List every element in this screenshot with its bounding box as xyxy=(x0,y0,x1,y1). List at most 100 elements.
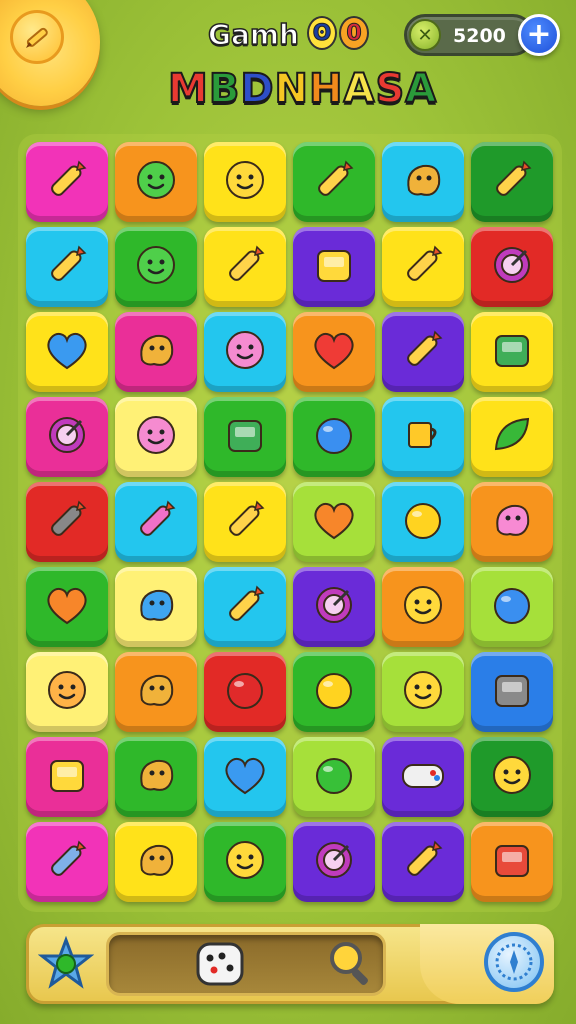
title-badge: ʘ xyxy=(307,16,337,50)
board-tile[interactable] xyxy=(26,482,108,562)
orange-heart-icon xyxy=(39,577,95,637)
board-tile[interactable] xyxy=(26,737,108,817)
board-tile[interactable] xyxy=(204,397,286,477)
title-letter: A xyxy=(404,65,438,113)
board-tile[interactable] xyxy=(115,822,197,902)
title-letter: A xyxy=(342,65,376,113)
board-tile[interactable] xyxy=(26,822,108,902)
magnifier-icon[interactable] xyxy=(322,934,378,990)
board-tile[interactable] xyxy=(293,227,375,307)
board-tile[interactable] xyxy=(382,227,464,307)
board-tile[interactable] xyxy=(115,652,197,732)
board-tile[interactable] xyxy=(204,227,286,307)
board-tile[interactable] xyxy=(382,737,464,817)
bunny-icon xyxy=(128,662,184,722)
board-tile[interactable] xyxy=(293,482,375,562)
compass-button-icon[interactable] xyxy=(484,932,544,992)
title-letter: B xyxy=(208,65,241,113)
board-tile[interactable] xyxy=(293,737,375,817)
board-tile[interactable] xyxy=(471,227,553,307)
board-tile[interactable] xyxy=(382,142,464,222)
board-tile[interactable] xyxy=(382,567,464,647)
board-tile[interactable] xyxy=(382,312,464,392)
board-tile[interactable] xyxy=(204,482,286,562)
calculator-icon xyxy=(217,407,273,467)
x-coin-icon: ✕ xyxy=(409,19,441,51)
red-heart-icon xyxy=(306,322,362,382)
board-tile[interactable] xyxy=(382,482,464,562)
board-tile[interactable] xyxy=(382,397,464,477)
board-tile[interactable] xyxy=(471,312,553,392)
camera-icon xyxy=(484,322,540,382)
board-tile[interactable] xyxy=(115,482,197,562)
board-tile[interactable] xyxy=(115,312,197,392)
target-icon xyxy=(484,237,540,297)
title-letter: M xyxy=(167,65,209,113)
board-tile[interactable] xyxy=(471,397,553,477)
backpack-icon xyxy=(306,237,362,297)
board-tile[interactable] xyxy=(471,737,553,817)
wrench-icon xyxy=(128,832,184,892)
board-tile[interactable] xyxy=(204,652,286,732)
brush-icon xyxy=(395,832,451,892)
blue-heart-icon xyxy=(217,747,273,807)
compass-rose-icon xyxy=(39,407,95,467)
board-tile[interactable] xyxy=(115,567,197,647)
marker-icon xyxy=(39,492,95,552)
globe-icon xyxy=(306,407,362,467)
board-tile[interactable] xyxy=(471,822,553,902)
title-letter: S xyxy=(374,65,406,113)
board-tile[interactable] xyxy=(115,227,197,307)
board-tile[interactable] xyxy=(293,822,375,902)
orange-face-icon xyxy=(39,662,95,722)
game-title-line1: Gamh xyxy=(207,17,300,52)
title-letter: N xyxy=(274,65,309,113)
board-tile[interactable] xyxy=(204,312,286,392)
dice-icon[interactable] xyxy=(192,936,248,992)
board-tile[interactable] xyxy=(293,567,375,647)
board-tile[interactable] xyxy=(293,142,375,222)
board-tile[interactable] xyxy=(382,652,464,732)
board-tile[interactable] xyxy=(471,482,553,562)
glue-stick-icon xyxy=(395,322,451,382)
board-tile[interactable] xyxy=(26,652,108,732)
board-tile[interactable] xyxy=(26,567,108,647)
board-tile[interactable] xyxy=(26,312,108,392)
green-robot-face-icon xyxy=(128,237,184,297)
yellow-bag-icon xyxy=(39,747,95,807)
lunchbox-icon xyxy=(484,832,540,892)
hammer-icon xyxy=(395,152,451,212)
board-tile[interactable] xyxy=(26,142,108,222)
yellow-blob-face-icon xyxy=(217,832,273,892)
board-tile[interactable] xyxy=(204,567,286,647)
title-badge: 0 xyxy=(339,16,369,50)
purple-target-icon xyxy=(306,832,362,892)
green-blob-face-icon xyxy=(128,152,184,212)
board-tile[interactable] xyxy=(26,227,108,307)
gamepad-icon xyxy=(395,747,451,807)
game-board xyxy=(26,142,554,904)
board-tile[interactable] xyxy=(115,737,197,817)
board-tile[interactable] xyxy=(382,822,464,902)
board-tile[interactable] xyxy=(471,142,553,222)
pink-ring-icon xyxy=(306,577,362,637)
menu-badge[interactable] xyxy=(0,0,100,106)
board-tile[interactable] xyxy=(471,567,553,647)
game-title-line2: MBDNHASA xyxy=(167,65,438,113)
add-currency-button[interactable]: + xyxy=(518,14,560,56)
board-tile[interactable] xyxy=(293,652,375,732)
board-tile[interactable] xyxy=(204,142,286,222)
pink-block-face-icon xyxy=(128,407,184,467)
speaker-icon xyxy=(484,662,540,722)
star-shield-icon[interactable] xyxy=(38,936,94,992)
board-tile[interactable] xyxy=(115,142,197,222)
currency-counter: ✕ 5200 xyxy=(404,14,534,56)
board-tile[interactable] xyxy=(204,737,286,817)
board-tile[interactable] xyxy=(115,397,197,477)
board-tile[interactable] xyxy=(293,312,375,392)
board-tile[interactable] xyxy=(26,397,108,477)
board-tile[interactable] xyxy=(293,397,375,477)
board-tile[interactable] xyxy=(471,652,553,732)
board-tile[interactable] xyxy=(204,822,286,902)
rocket-icon xyxy=(39,237,95,297)
